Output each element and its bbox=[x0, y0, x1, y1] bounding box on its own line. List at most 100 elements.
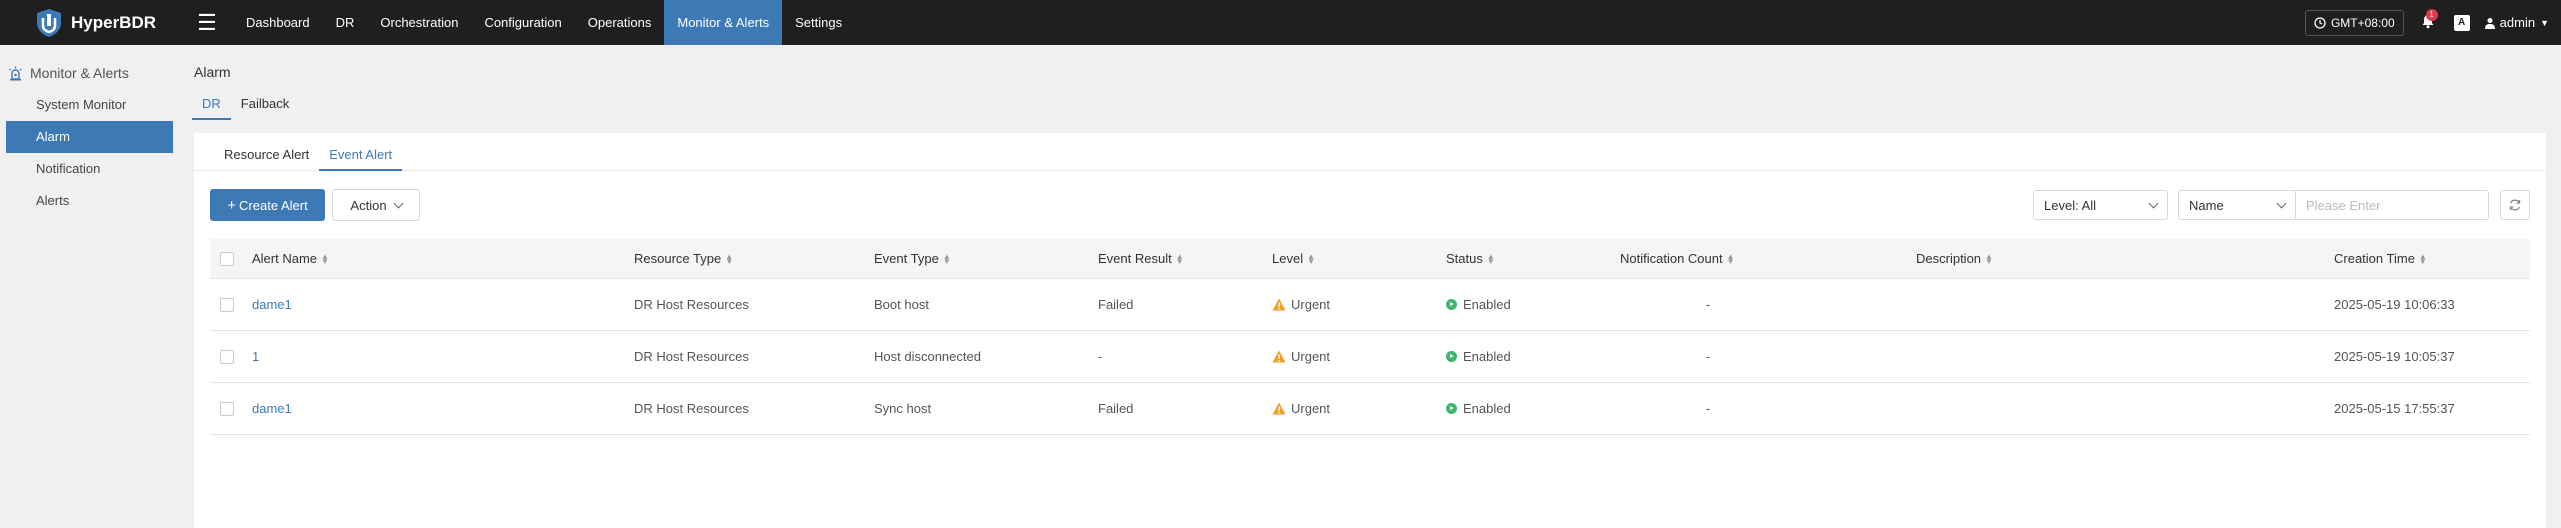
resource-type: DR Host Resources bbox=[634, 297, 749, 312]
row-checkbox-cell bbox=[210, 401, 252, 416]
col-description[interactable]: Description ▲ ▼ bbox=[1916, 251, 2334, 266]
enabled-status-icon bbox=[1446, 299, 1457, 310]
creation-time: 2025-05-19 10:05:37 bbox=[2334, 349, 2455, 364]
tab-failback[interactable]: Failback bbox=[231, 92, 299, 120]
topnav-configuration[interactable]: Configuration bbox=[471, 0, 574, 45]
row-checkbox-cell bbox=[210, 297, 252, 312]
top-nav: Dashboard DR Orchestration Configuration… bbox=[233, 0, 855, 45]
tab-event-alert[interactable]: Event Alert bbox=[319, 141, 403, 171]
timezone-selector[interactable]: GMT+08:00 bbox=[2304, 9, 2404, 36]
level-cell: Urgent bbox=[1272, 349, 1446, 364]
sort-icon: ▲ ▼ bbox=[1985, 251, 1993, 266]
username: admin bbox=[2499, 15, 2536, 30]
topnav-operations[interactable]: Operations bbox=[575, 0, 665, 45]
level-label: Urgent bbox=[1291, 401, 1331, 416]
search-field-select[interactable]: Name bbox=[2178, 190, 2296, 220]
row-checkbox-cell bbox=[210, 349, 252, 364]
row-checkbox[interactable] bbox=[220, 297, 234, 312]
sidebar-item-alerts[interactable]: Alerts bbox=[6, 185, 173, 217]
plus-icon: + bbox=[227, 196, 237, 214]
col-creation-time[interactable]: Creation Time ▲ ▼ bbox=[2334, 251, 2524, 266]
shield-logo-icon bbox=[37, 8, 61, 37]
sort-icon: ▲ ▼ bbox=[942, 251, 951, 266]
col-notification-count[interactable]: Notification Count ▲ ▼ bbox=[1620, 251, 1916, 266]
create-alert-button[interactable]: + Create Alert bbox=[210, 189, 325, 221]
sort-icon: ▲ ▼ bbox=[725, 251, 734, 266]
sidebar-group-label: Monitor & Alerts bbox=[30, 65, 129, 81]
tab-resource-alert[interactable]: Resource Alert bbox=[214, 141, 319, 171]
alert-name-link[interactable]: dame1 bbox=[252, 401, 634, 416]
tab-dr[interactable]: DR bbox=[192, 92, 231, 120]
sidebar: Monitor & Alerts System Monitor Alarm No… bbox=[0, 45, 180, 528]
col-level[interactable]: Level ▲ ▼ bbox=[1272, 251, 1446, 266]
col-label: Event Result bbox=[1098, 251, 1172, 266]
col-status[interactable]: Status ▲ ▼ bbox=[1446, 251, 1620, 266]
sort-icon: ▲ ▼ bbox=[1307, 251, 1315, 266]
sidebar-item-system-monitor[interactable]: System Monitor bbox=[6, 89, 173, 121]
topnav-settings[interactable]: Settings bbox=[782, 0, 855, 45]
alerts-bell[interactable]: 1 bbox=[2420, 8, 2440, 33]
col-label: Resource Type bbox=[634, 251, 722, 266]
col-label: Description bbox=[1916, 251, 1982, 266]
level-filter-select[interactable]: Level: All bbox=[2033, 190, 2168, 220]
chevron-down-icon bbox=[393, 198, 404, 208]
alert-count-badge: 1 bbox=[2425, 8, 2438, 21]
topnav-monitor-alerts[interactable]: Monitor & Alerts bbox=[664, 0, 783, 45]
header-checkbox-cell bbox=[210, 251, 252, 266]
table-header: Alert Name ▲ ▼ Resource Type ▲ ▼ Event Type ▲… bbox=[210, 239, 2530, 279]
inner-tabs: Resource Alert Event Alert bbox=[194, 141, 2546, 171]
chevron-down-icon bbox=[2276, 198, 2287, 208]
menu-toggle-icon[interactable]: ☰ bbox=[192, 0, 222, 45]
timezone-label: GMT+08:00 bbox=[2330, 15, 2395, 30]
creation-time: 2025-05-15 17:55:37 bbox=[2334, 401, 2455, 416]
level-label: Urgent bbox=[1291, 297, 1331, 312]
event-type: Host disconnected bbox=[874, 349, 981, 364]
status-label: Enabled bbox=[1463, 349, 1511, 364]
notification-count: - bbox=[1705, 349, 1711, 364]
row-checkbox[interactable] bbox=[220, 349, 234, 364]
table-row: dame1 DR Host Resources Sync host Failed… bbox=[210, 383, 2530, 435]
search-input[interactable] bbox=[2295, 190, 2489, 220]
col-label: Status bbox=[1446, 251, 1483, 266]
sidebar-group-monitor-alerts: Monitor & Alerts bbox=[0, 57, 180, 89]
app-logo[interactable]: HyperBDR bbox=[0, 0, 190, 45]
topnav-orchestration[interactable]: Orchestration bbox=[367, 0, 471, 45]
event-type: Sync host bbox=[874, 401, 932, 416]
action-dropdown[interactable]: Action bbox=[332, 189, 420, 221]
topnav-dr[interactable]: DR bbox=[323, 0, 368, 45]
sidebar-item-notification[interactable]: Notification bbox=[6, 153, 173, 185]
sidebar-item-alarm[interactable]: Alarm bbox=[6, 121, 173, 153]
topnav-dashboard[interactable]: Dashboard bbox=[233, 0, 323, 45]
alert-name-link[interactable]: 1 bbox=[252, 349, 634, 364]
top-tabs: DR Failback bbox=[192, 92, 299, 120]
row-checkbox[interactable] bbox=[220, 401, 234, 416]
event-result: Failed bbox=[1098, 401, 1134, 416]
col-alert-name[interactable]: Alert Name ▲ ▼ bbox=[252, 251, 634, 266]
col-event-result[interactable]: Event Result ▲ ▼ bbox=[1098, 251, 1272, 266]
event-result: Failed bbox=[1098, 297, 1134, 312]
refresh-icon bbox=[2509, 199, 2521, 211]
refresh-button[interactable] bbox=[2500, 190, 2530, 220]
main-content: Alarm DR Failback Resource Alert Event A… bbox=[192, 45, 2548, 528]
col-label: Notification Count bbox=[1620, 251, 1723, 266]
language-icon[interactable]: A bbox=[2453, 14, 2470, 31]
table-row: 1 DR Host Resources Host disconnected - … bbox=[210, 331, 2530, 383]
alert-name-link[interactable]: dame1 bbox=[252, 297, 634, 312]
status-cell: Enabled bbox=[1446, 297, 1620, 312]
select-all-checkbox[interactable] bbox=[220, 251, 234, 266]
col-resource-type[interactable]: Resource Type ▲ ▼ bbox=[634, 251, 874, 266]
create-alert-label: Create Alert bbox=[239, 197, 308, 213]
page-title: Alarm bbox=[194, 64, 231, 80]
user-menu[interactable]: admin ▼ bbox=[2484, 15, 2549, 30]
warning-icon bbox=[1272, 402, 1286, 415]
clock-icon bbox=[2314, 16, 2326, 29]
chevron-down-icon bbox=[2148, 198, 2159, 208]
event-result: - bbox=[1098, 349, 1103, 364]
col-label: Alert Name bbox=[252, 251, 318, 266]
notification-count: - bbox=[1705, 297, 1711, 312]
status-label: Enabled bbox=[1463, 297, 1511, 312]
level-cell: Urgent bbox=[1272, 401, 1446, 416]
col-event-type[interactable]: Event Type ▲ ▼ bbox=[874, 251, 1098, 266]
sort-icon: ▲ ▼ bbox=[1726, 251, 1735, 266]
sort-icon: ▲ ▼ bbox=[1486, 251, 1495, 266]
